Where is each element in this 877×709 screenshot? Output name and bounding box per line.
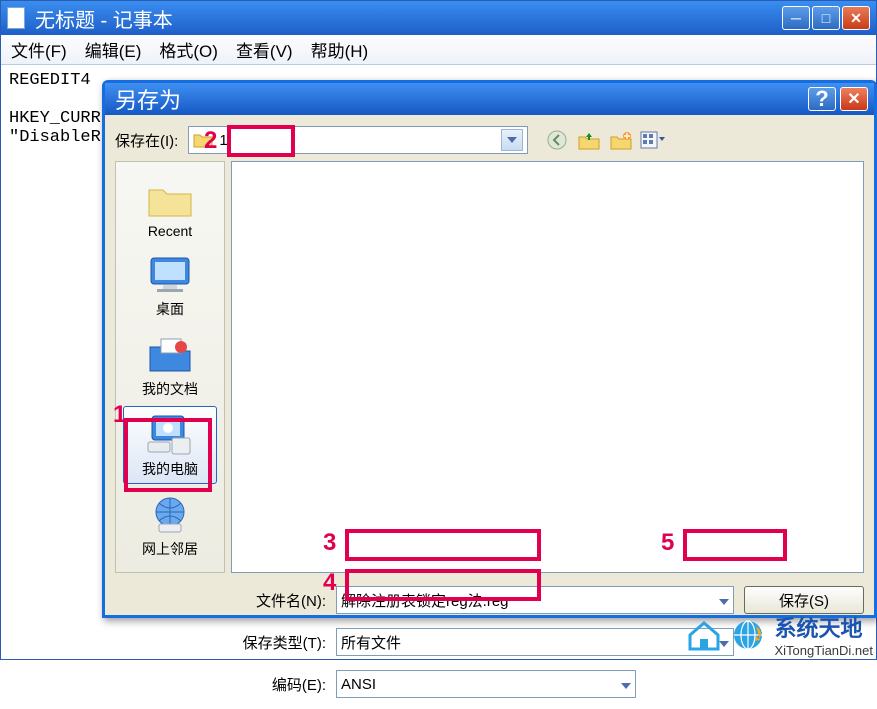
menu-help[interactable]: 帮助(H) [311,37,369,62]
encoding-label: 编码(E): [231,674,326,695]
desktop-icon [146,253,194,297]
new-folder-button[interactable] [608,127,634,153]
views-button[interactable] [640,127,666,153]
encoding-value: ANSI [341,676,621,693]
network-icon [146,493,194,537]
filetype-input[interactable]: 所有文件 [336,628,734,656]
menu-file[interactable]: 文件(F) [11,37,67,62]
places-documents[interactable]: 我的文档 [123,326,217,404]
places-computer[interactable]: 我的电脑 [123,406,217,484]
places-desktop[interactable]: 桌面 [123,246,217,324]
notepad-titlebar[interactable]: 无标题 - 记事本 ─ □ ✕ [1,1,876,35]
watermark-house-icon [686,617,722,653]
up-one-level-button[interactable] [576,127,602,153]
save-in-folder-name: 1 [219,132,501,149]
encoding-input[interactable]: ANSI [336,670,636,698]
watermark-globe-icon [730,617,766,653]
documents-icon [146,333,194,377]
watermark-url: XiTongTianDi.net [774,643,873,658]
filename-value: 解除注册表锁定reg法.reg [341,590,719,611]
save-button[interactable]: 保存(S) [744,586,864,614]
places-network-label: 网上邻居 [142,539,198,559]
nav-back-button[interactable] [544,127,570,153]
notepad-title: 无标题 - 记事本 [35,4,782,33]
places-recent-label: Recent [148,223,192,239]
notepad-app-icon [7,7,25,29]
chevron-down-icon[interactable] [621,676,631,692]
dialog-title: 另存为 [115,83,804,115]
places-desktop-label: 桌面 [156,299,184,319]
maximize-button[interactable]: □ [812,6,840,30]
watermark-brand: 系统天地 [774,611,873,643]
recent-icon [146,177,194,221]
save-in-dropdown[interactable]: 1 [188,126,528,154]
computer-icon [146,413,194,457]
filetype-label: 保存类型(T): [231,632,326,653]
filename-input[interactable]: 解除注册表锁定reg法.reg [336,586,734,614]
places-recent[interactable]: Recent [123,170,217,244]
notepad-menubar: 文件(F) 编辑(E) 格式(O) 查看(V) 帮助(H) [1,35,876,65]
save-in-label: 保存在(I): [115,130,178,151]
save-as-dialog: 另存为 ? ✕ 保存在(I): 1 [102,80,877,618]
places-network[interactable]: 网上邻居 [123,486,217,564]
places-documents-label: 我的文档 [142,379,198,399]
chevron-down-icon[interactable] [501,129,523,151]
minimize-button[interactable]: ─ [782,6,810,30]
places-computer-label: 我的电脑 [142,459,198,479]
filetype-value: 所有文件 [341,632,719,653]
menu-view[interactable]: 查看(V) [236,37,293,62]
dialog-help-button[interactable]: ? [808,87,836,111]
dialog-titlebar[interactable]: 另存为 ? ✕ [105,83,874,115]
dialog-close-button[interactable]: ✕ [840,87,868,111]
filename-label: 文件名(N): [231,590,326,611]
save-in-row: 保存在(I): 1 [115,123,864,157]
folder-icon [193,132,213,148]
file-list-area[interactable] [231,161,864,573]
watermark: 系统天地 XiTongTianDi.net [686,611,873,658]
menu-format[interactable]: 格式(O) [159,37,218,62]
chevron-down-icon[interactable] [719,592,729,608]
menu-edit[interactable]: 编辑(E) [85,37,142,62]
places-bar: Recent 桌面 我的文档 [115,161,225,573]
notepad-close-button[interactable]: ✕ [842,6,870,30]
